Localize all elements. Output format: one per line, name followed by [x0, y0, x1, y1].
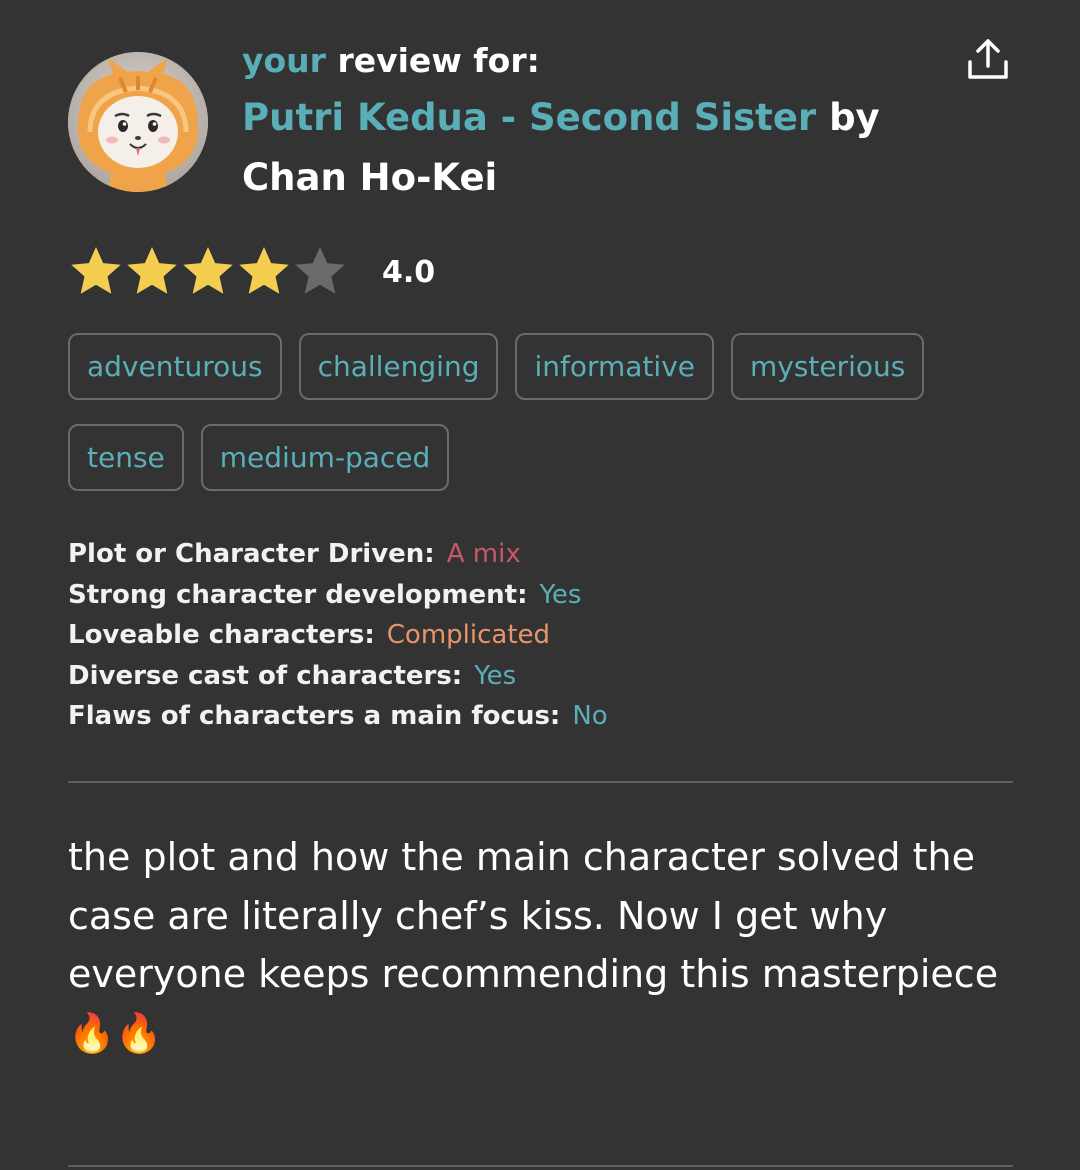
star-filled-icon [183, 247, 233, 294]
mood-tag[interactable]: tense [68, 424, 184, 491]
book-line: Putri Kedua - Second Sister by Chan Ho-K… [242, 88, 922, 208]
review-for-label: review for: [337, 41, 540, 80]
author-name[interactable]: Chan Ho-Kei [242, 156, 497, 199]
share-button[interactable] [964, 36, 1012, 84]
mood-tag[interactable]: mysterious [731, 333, 925, 400]
divider [68, 781, 1013, 783]
book-title-link[interactable]: Putri Kedua - Second Sister [242, 96, 816, 139]
rating-value: 4.0 [382, 254, 436, 290]
detail-value: A mix [446, 539, 521, 569]
mood-tag[interactable]: medium-paced [200, 424, 450, 491]
detail-label: Loveable characters: [68, 620, 375, 650]
avatar[interactable] [68, 52, 208, 192]
star-filled-icon [127, 247, 177, 294]
detail-label: Strong character development: [68, 579, 528, 610]
star-filled-icon [239, 247, 289, 294]
star-rating: 4.0 [68, 242, 435, 302]
review-header: your review for: Putri Kedua - Second Si… [68, 39, 1018, 210]
share-icon [968, 39, 1008, 79]
review-details: Plot or Character Driven: A mix Strong cha… [68, 534, 968, 737]
review-text: the plot and how the main character solv… [68, 835, 999, 1055]
stars-row [68, 244, 348, 300]
detail-value: No [572, 701, 608, 731]
your-label[interactable]: your [242, 41, 326, 80]
mood-tag[interactable]: informative [515, 333, 714, 400]
divider-bottom [68, 1165, 1013, 1167]
detail-row: Flaws of characters a main focus: No [68, 696, 968, 737]
by-label: by [829, 96, 880, 139]
detail-row: Strong character development: Yes [68, 575, 968, 616]
star-filled-icon [71, 247, 121, 294]
avatar-icon [68, 52, 208, 192]
detail-label: Plot or Character Driven: [68, 539, 435, 569]
mood-tag[interactable]: challenging [298, 333, 499, 400]
review-title-block: your review for: Putri Kedua - Second Si… [242, 40, 922, 208]
detail-row: Loveable characters: Complicated [68, 615, 968, 656]
detail-value: Yes [474, 660, 517, 691]
detail-value: Complicated [386, 620, 551, 650]
mood-tags: adventurous challenging informative mysteri… [68, 333, 998, 491]
mood-tag[interactable]: adventurous [68, 333, 282, 400]
star-empty-icon [295, 247, 345, 294]
detail-label: Diverse cast of characters: [68, 660, 463, 691]
review-for-line: your review for: [242, 40, 922, 82]
detail-value: Yes [539, 579, 582, 610]
detail-label: Flaws of characters a main focus: [68, 701, 561, 731]
detail-row: Diverse cast of characters: Yes [68, 656, 968, 697]
detail-row: Plot or Character Driven: A mix [68, 534, 968, 575]
